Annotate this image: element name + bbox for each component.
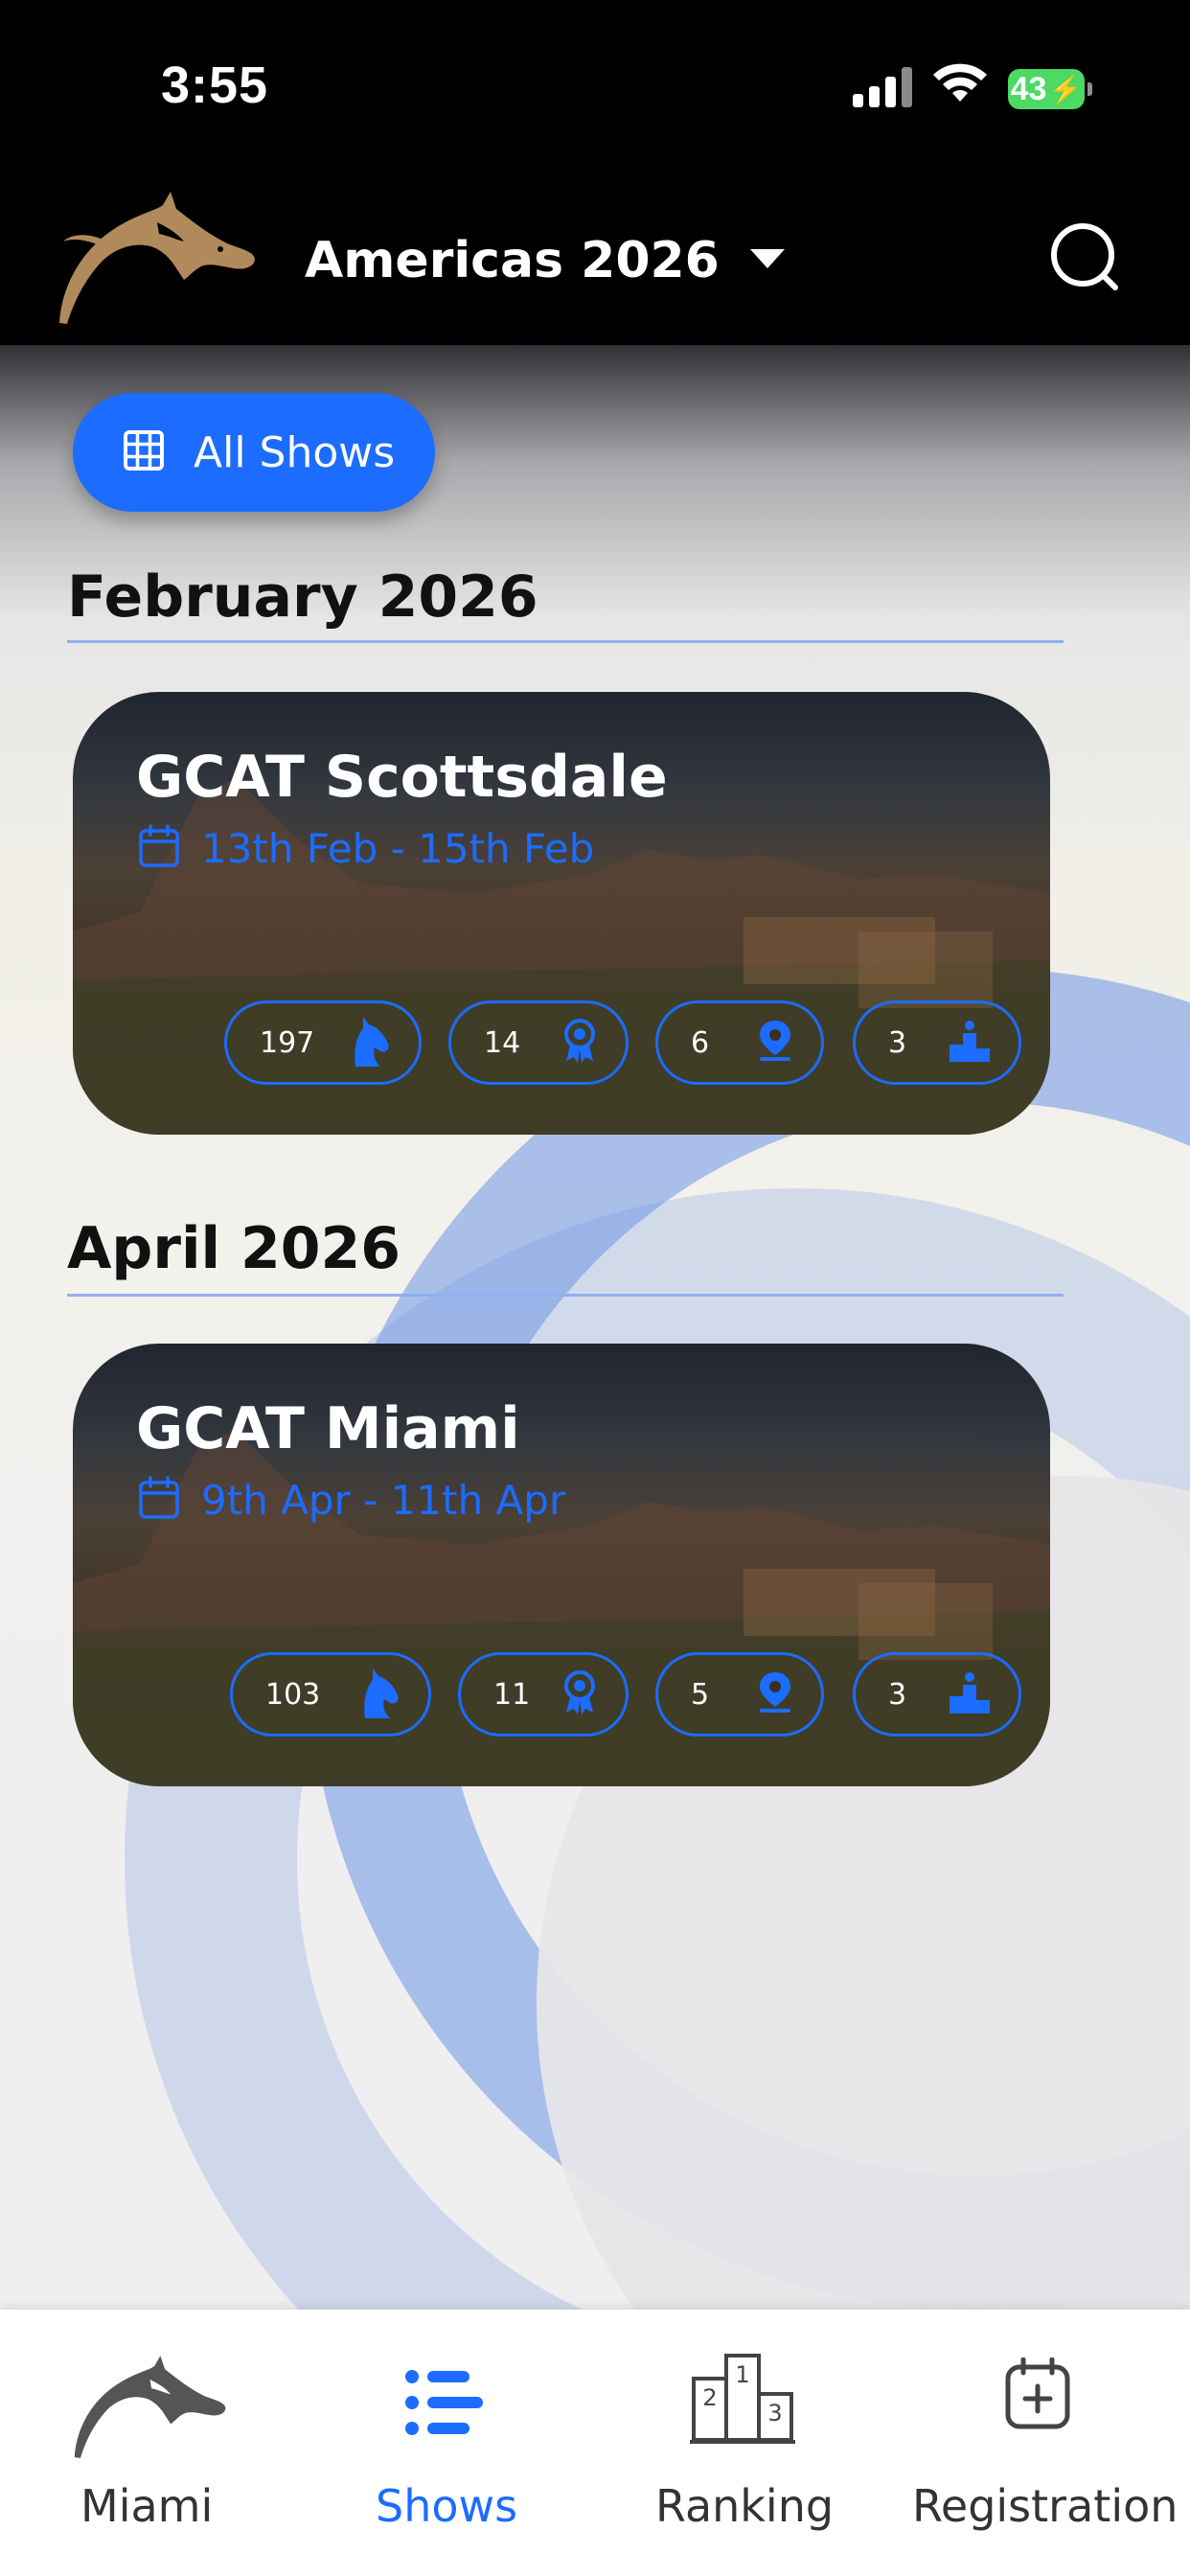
- tab-label: Shows: [376, 2480, 518, 2532]
- awards-count: 11: [493, 1677, 531, 1712]
- podiums-count: 3: [888, 1025, 907, 1060]
- locations-count-pill[interactable]: 5: [655, 1652, 824, 1736]
- tab-shows[interactable]: Shows: [297, 2310, 594, 2576]
- location-pin-icon: [756, 1019, 794, 1068]
- podiums-count-pill[interactable]: 3: [853, 1000, 1021, 1085]
- all-shows-label: All Shows: [194, 427, 396, 477]
- calendar-icon: [138, 1476, 180, 1525]
- search-icon[interactable]: [1046, 218, 1123, 300]
- wifi-icon: [931, 59, 989, 108]
- horses-count: 103: [265, 1677, 321, 1712]
- region-title: Americas 2026: [305, 232, 720, 289]
- svg-text:2: 2: [702, 2384, 717, 2411]
- awards-count: 14: [484, 1025, 521, 1060]
- chevron-down-icon: [748, 246, 787, 276]
- podiums-count: 3: [888, 1677, 907, 1712]
- tab-label: Ranking: [655, 2480, 835, 2532]
- locations-count: 5: [691, 1677, 710, 1712]
- location-pin-icon: [756, 1670, 794, 1719]
- tab-label: Registration: [912, 2480, 1179, 2532]
- locations-count: 6: [691, 1025, 710, 1060]
- calendar-plus-icon: [1004, 2357, 1071, 2435]
- tab-label: Miami: [80, 2480, 214, 2532]
- month-heading: April 2026: [67, 1215, 400, 1282]
- show-dates: 9th Apr - 11th Apr: [138, 1476, 565, 1525]
- horses-count-pill[interactable]: 103: [230, 1652, 431, 1736]
- horse-head-icon: [352, 1665, 401, 1725]
- bottom-tab-bar: Miami Shows 1 2 3 Ranking Registration: [0, 2310, 1190, 2576]
- show-title: GCAT Miami: [136, 1395, 520, 1462]
- tab-registration[interactable]: Registration: [891, 2310, 1190, 2576]
- list-icon: [404, 2369, 485, 2441]
- horse-head-icon: [67, 2348, 230, 2468]
- locations-count-pill[interactable]: 6: [655, 1000, 824, 1085]
- show-card-scottsdale[interactable]: GCAT Scottsdale 13th Feb - 15th Feb 197 …: [73, 692, 1050, 1135]
- app-header: Americas 2026: [0, 172, 1190, 345]
- status-time: 3:55: [161, 57, 269, 114]
- battery-indicator: 43 ⚡: [1008, 69, 1092, 109]
- svg-text:3: 3: [767, 2400, 782, 2426]
- awards-count-pill[interactable]: 14: [448, 1000, 629, 1085]
- charging-bolt-icon: ⚡: [1048, 74, 1083, 104]
- horses-count-pill[interactable]: 197: [224, 1000, 422, 1085]
- cellular-signal-icon: [853, 65, 916, 114]
- battery-level: 43: [1010, 70, 1047, 107]
- award-ribbon-icon: [561, 1668, 599, 1721]
- horses-count: 197: [260, 1025, 315, 1060]
- status-bar: 3:55 43 ⚡: [0, 0, 1190, 172]
- calendar-icon: [138, 824, 180, 873]
- horse-head-icon: [342, 1013, 392, 1073]
- tab-ranking[interactable]: 1 2 3 Ranking: [594, 2310, 891, 2576]
- month-divider: [67, 1294, 1064, 1297]
- show-title: GCAT Scottsdale: [136, 744, 668, 811]
- show-dates: 13th Feb - 15th Feb: [138, 824, 594, 873]
- podium-icon: [948, 1020, 992, 1067]
- month-divider: [67, 640, 1064, 643]
- podiums-count-pill[interactable]: 3: [853, 1652, 1021, 1736]
- tab-miami[interactable]: Miami: [0, 2310, 297, 2576]
- podium-icon: [948, 1671, 992, 1718]
- region-selector[interactable]: Americas 2026: [305, 232, 787, 289]
- awards-count-pill[interactable]: 11: [458, 1652, 629, 1736]
- all-shows-button[interactable]: All Shows: [73, 393, 435, 512]
- podium-icon: 1 2 3: [690, 2350, 795, 2450]
- horse-logo-icon[interactable]: [50, 184, 261, 333]
- show-date-range: 9th Apr - 11th Apr: [201, 1477, 566, 1524]
- show-date-range: 13th Feb - 15th Feb: [201, 825, 595, 872]
- show-card-miami[interactable]: GCAT Miami 9th Apr - 11th Apr 103 11 5 3: [73, 1344, 1050, 1786]
- month-heading: February 2026: [67, 564, 538, 631]
- grid-icon: [123, 429, 165, 476]
- award-ribbon-icon: [561, 1017, 599, 1070]
- svg-text:1: 1: [735, 2361, 749, 2388]
